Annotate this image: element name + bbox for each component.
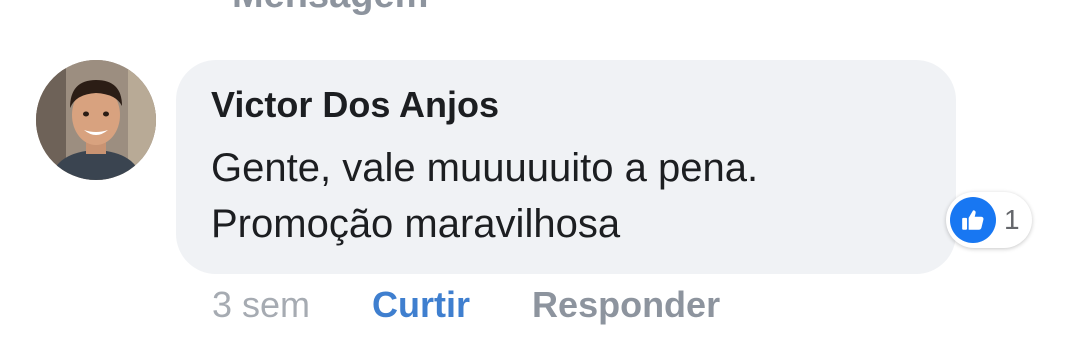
reaction-count: 1 <box>1004 204 1020 235</box>
thumbs-up-icon <box>950 197 996 243</box>
comment-timestamp[interactable]: 3 sem <box>212 284 310 326</box>
comment-actions: 3 sem Curtir Responder <box>212 284 720 326</box>
comment-text: Gente, vale muuuuuito a pena. Promoção m… <box>211 140 911 252</box>
reaction-summary[interactable]: 1 <box>946 192 1032 248</box>
comment-thread: Mensagem Victor Dos Anjos Gente, vale mu… <box>0 0 1080 339</box>
reply-button[interactable]: Responder <box>532 284 720 326</box>
user-avatar-photo <box>36 60 156 180</box>
like-button[interactable]: Curtir <box>372 284 470 326</box>
previous-comment-action[interactable]: Mensagem <box>232 0 428 17</box>
comment-author[interactable]: Victor Dos Anjos <box>211 84 499 126</box>
avatar[interactable] <box>36 60 156 180</box>
comment-bubble: Victor Dos Anjos Gente, vale muuuuuito a… <box>176 60 956 274</box>
comment-text-line: Gente, vale muuuuuito a pena. <box>211 146 759 190</box>
comment-text-line: Promoção maravilhosa <box>211 202 621 246</box>
